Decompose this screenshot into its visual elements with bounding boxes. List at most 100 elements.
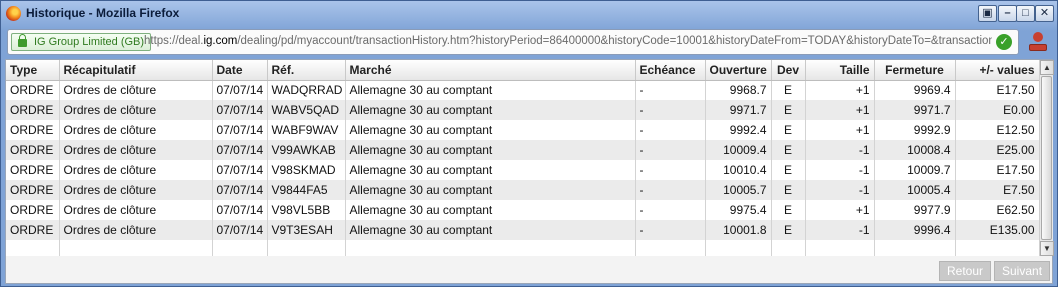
site-identity-badge[interactable]: IG Group Limited (GB) xyxy=(11,33,152,51)
cell-size: -1 xyxy=(805,140,875,160)
user-addon-icon[interactable] xyxy=(1027,31,1049,53)
header-opening[interactable]: Ouverture xyxy=(705,60,772,81)
cell-size: +1 xyxy=(805,120,875,140)
header-summary[interactable]: Récapitulatif xyxy=(59,60,213,81)
header-date[interactable]: Date xyxy=(212,60,268,81)
empty-cell xyxy=(955,240,1039,256)
cell-ref: V9844FA5 xyxy=(267,180,346,200)
cell-currency: E xyxy=(771,220,806,240)
cell-type: ORDRE xyxy=(6,120,60,140)
cell-ref: WABF9WAV xyxy=(267,120,346,140)
cell-type: ORDRE xyxy=(6,180,60,200)
cell-opening: 10009.4 xyxy=(705,140,772,160)
cell-closing: 9969.4 xyxy=(874,80,956,100)
cell-opening: 9975.4 xyxy=(705,200,772,220)
table-row[interactable]: ORDRE Ordres de clôture 07/07/14 V99AWKAB Al… xyxy=(6,140,1039,160)
empty-cell xyxy=(212,240,268,256)
header-pnl[interactable]: +/- values xyxy=(955,60,1039,81)
page-content: Type Récapitulatif Date Réf. Marché Eché… xyxy=(5,59,1054,284)
cell-currency: E xyxy=(771,140,806,160)
cell-date: 07/07/14 xyxy=(212,160,268,180)
cell-size: +1 xyxy=(805,80,875,100)
cell-market: Allemagne 30 au comptant xyxy=(345,200,636,220)
scroll-down-icon[interactable]: ▼ xyxy=(1040,241,1054,256)
cell-market: Allemagne 30 au comptant xyxy=(345,140,636,160)
cell-market: Allemagne 30 au comptant xyxy=(345,80,636,100)
table-row[interactable]: ORDRE Ordres de clôture 07/07/14 WABF9WAV Al… xyxy=(6,120,1039,140)
cell-type: ORDRE xyxy=(6,220,60,240)
address-bar[interactable]: IG Group Limited (GB) https://deal.ig.co… xyxy=(7,29,1019,55)
cell-pnl: E12.50 xyxy=(955,120,1039,140)
cell-type: ORDRE xyxy=(6,160,60,180)
cell-date: 07/07/14 xyxy=(212,80,268,100)
maximize-button[interactable]: □ xyxy=(1016,5,1035,22)
cell-pnl: E0.00 xyxy=(955,100,1039,120)
empty-cell xyxy=(705,240,772,256)
cell-size: +1 xyxy=(805,100,875,120)
cell-expiry: - xyxy=(635,160,706,180)
empty-cell xyxy=(771,240,806,256)
transaction-table: Type Récapitulatif Date Réf. Marché Eché… xyxy=(6,60,1039,256)
header-ref[interactable]: Réf. xyxy=(267,60,346,81)
cell-market: Allemagne 30 au comptant xyxy=(345,220,636,240)
cell-currency: E xyxy=(771,200,806,220)
vertical-scrollbar[interactable]: ▲ ▼ xyxy=(1039,60,1054,256)
cell-closing: 10009.7 xyxy=(874,160,956,180)
table-row[interactable]: ORDRE Ordres de clôture 07/07/14 WADQRRAD Al… xyxy=(6,80,1039,100)
cell-date: 07/07/14 xyxy=(212,200,268,220)
header-closing[interactable]: Fermeture xyxy=(874,60,956,81)
cell-opening: 10001.8 xyxy=(705,220,772,240)
url-text[interactable]: https://deal.ig.com/dealing/pd/myaccount… xyxy=(144,35,992,47)
header-currency[interactable]: Dev xyxy=(771,60,806,81)
restore-icon[interactable]: ▣ xyxy=(978,5,997,22)
title-bar: Historique - Mozilla Firefox ▣ – □ ✕ xyxy=(1,1,1057,27)
cell-ref: WABV5QAD xyxy=(267,100,346,120)
firefox-icon xyxy=(6,6,21,21)
cell-date: 07/07/14 xyxy=(212,220,268,240)
header-expiry[interactable]: Echéance xyxy=(635,60,706,81)
cell-currency: E xyxy=(771,80,806,100)
table-row[interactable]: ORDRE Ordres de clôture 07/07/14 V9T3ESAH Al… xyxy=(6,220,1039,240)
back-button[interactable]: Retour xyxy=(939,261,992,281)
cell-summary: Ordres de clôture xyxy=(59,140,213,160)
cell-opening: 10005.7 xyxy=(705,180,772,200)
cell-date: 07/07/14 xyxy=(212,180,268,200)
next-button[interactable]: Suivant xyxy=(994,261,1051,281)
cell-expiry: - xyxy=(635,220,706,240)
close-button[interactable]: ✕ xyxy=(1035,5,1054,22)
empty-cell xyxy=(345,240,636,256)
cell-type: ORDRE xyxy=(6,80,60,100)
scroll-up-icon[interactable]: ▲ xyxy=(1040,60,1054,75)
cell-expiry: - xyxy=(635,200,706,220)
table-row[interactable]: ORDRE Ordres de clôture 07/07/14 V9844FA5 Al… xyxy=(6,180,1039,200)
cell-currency: E xyxy=(771,120,806,140)
table-row[interactable]: ORDRE Ordres de clôture 07/07/14 WABV5QAD Al… xyxy=(6,100,1039,120)
cell-size: -1 xyxy=(805,220,875,240)
cell-market: Allemagne 30 au comptant xyxy=(345,120,636,140)
empty-cell xyxy=(6,240,60,256)
cell-market: Allemagne 30 au comptant xyxy=(345,160,636,180)
cell-pnl: E135.00 xyxy=(955,220,1039,240)
empty-row xyxy=(6,240,1039,256)
cell-opening: 9968.7 xyxy=(705,80,772,100)
table-row[interactable]: ORDRE Ordres de clôture 07/07/14 V98VL5BB Al… xyxy=(6,200,1039,220)
cell-expiry: - xyxy=(635,120,706,140)
cell-closing: 10008.4 xyxy=(874,140,956,160)
cell-type: ORDRE xyxy=(6,140,60,160)
header-type[interactable]: Type xyxy=(6,60,60,81)
header-market[interactable]: Marché xyxy=(345,60,636,81)
cell-ref: V9T3ESAH xyxy=(267,220,346,240)
minimize-button[interactable]: – xyxy=(998,5,1017,22)
empty-cell xyxy=(874,240,956,256)
browser-window: Historique - Mozilla Firefox ▣ – □ ✕ IG … xyxy=(0,0,1058,287)
verified-check-icon: ✓ xyxy=(996,34,1012,50)
cell-size: -1 xyxy=(805,160,875,180)
cell-pnl: E62.50 xyxy=(955,200,1039,220)
table-row[interactable]: ORDRE Ordres de clôture 07/07/14 V98SKMAD Al… xyxy=(6,160,1039,180)
scroll-thumb[interactable] xyxy=(1041,76,1052,240)
cell-date: 07/07/14 xyxy=(212,100,268,120)
header-size[interactable]: Taille xyxy=(805,60,875,81)
cell-summary: Ordres de clôture xyxy=(59,180,213,200)
cell-closing: 9992.9 xyxy=(874,120,956,140)
cell-currency: E xyxy=(771,160,806,180)
